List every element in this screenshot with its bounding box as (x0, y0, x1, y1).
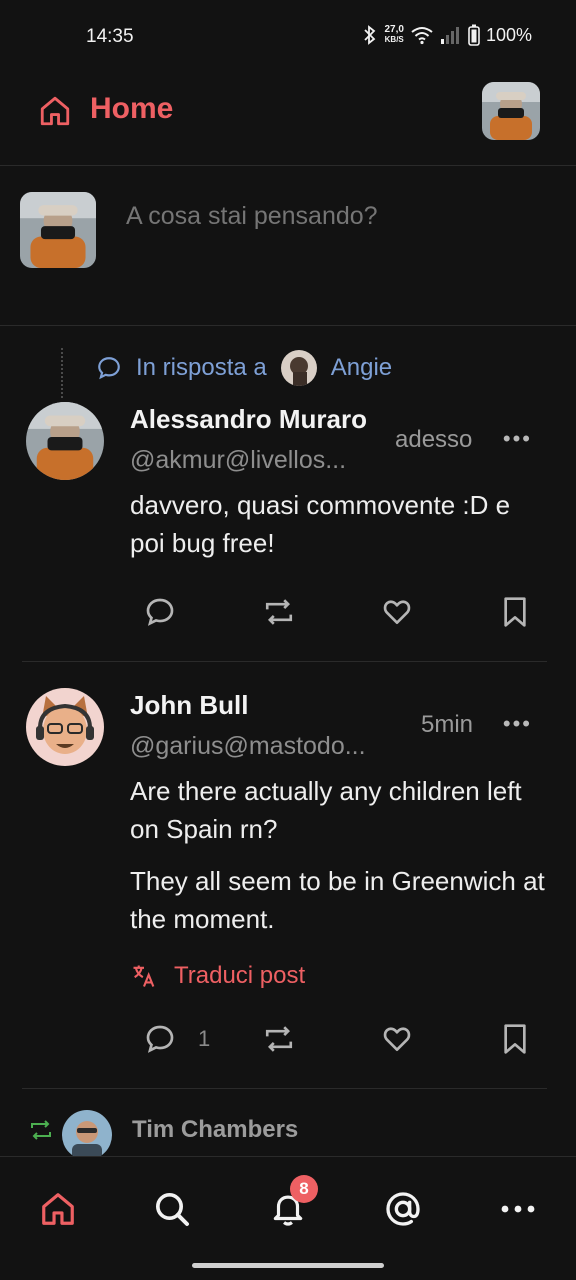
compose-box (0, 166, 576, 326)
nav-search[interactable] (148, 1185, 196, 1233)
status-bar: 14:35 27,0 KB/S 100% (0, 0, 576, 72)
post-content: davvero, quasi commovente :D e poi bug f… (130, 486, 550, 562)
bluetooth-icon (364, 25, 376, 45)
bookmark-button[interactable] (500, 1023, 530, 1055)
more-icon (501, 1205, 535, 1213)
bottom-navigation: 8 (0, 1156, 576, 1280)
post-paragraph: They all seem to be in Greenwich at the … (130, 866, 545, 934)
compose-avatar (20, 192, 96, 268)
post-author-name[interactable]: John Bull (130, 690, 248, 721)
search-icon (156, 1193, 189, 1226)
boost-button[interactable] (262, 1023, 296, 1055)
reply-context[interactable]: In risposta a Angie (96, 350, 392, 386)
post-author-avatar[interactable] (26, 402, 104, 480)
app-header: Home (0, 72, 576, 166)
translate-button[interactable]: Traduci post (130, 962, 305, 990)
favourite-button[interactable] (381, 596, 413, 628)
post-author-handle[interactable]: @akmur@livellos... (130, 446, 375, 475)
boost-button[interactable] (262, 596, 296, 628)
booster-avatar[interactable] (62, 1110, 112, 1160)
boost-icon (265, 1026, 293, 1052)
status-time: 14:35 (86, 26, 134, 47)
reply-prefix: In risposta a (136, 354, 267, 381)
heart-icon (383, 1027, 411, 1051)
reply-button[interactable] (144, 596, 198, 628)
booster-name[interactable]: Tim Chambers (132, 1116, 298, 1144)
post-divider (22, 1088, 547, 1089)
boost-icon (31, 1120, 51, 1140)
battery-icon (468, 24, 480, 46)
post-divider (22, 661, 547, 662)
post-more-button[interactable]: ••• (503, 711, 532, 737)
status-icons: 27,0 KB/S 100% (362, 24, 532, 46)
post-more-button[interactable]: ••• (503, 426, 532, 452)
post-actions: 1 (0, 1023, 576, 1063)
reply-bubble-icon (98, 357, 120, 380)
notifications-badge: 8 (290, 1175, 318, 1203)
account-avatar[interactable] (482, 82, 540, 140)
page-title: Home (90, 92, 174, 125)
reply-user-name[interactable]: Angie (331, 354, 392, 382)
reply-user-avatar (280, 350, 317, 386)
post-author-avatar[interactable] (26, 688, 104, 766)
heart-icon (383, 600, 411, 624)
nav-more[interactable] (494, 1185, 542, 1233)
post-author-handle[interactable]: @garius@mastodo... (130, 732, 375, 761)
post-time: 5min (421, 711, 474, 738)
translate-label: Traduci post (174, 962, 306, 989)
nav-mentions[interactable] (379, 1185, 427, 1233)
post-time: adesso (395, 426, 473, 453)
post-author-name[interactable]: Alessandro Muraro (130, 404, 367, 435)
home-icon (38, 94, 72, 133)
reply-icon (146, 1025, 174, 1053)
boosted-post-header[interactable]: Tim Chambers (0, 1108, 576, 1160)
nav-home[interactable] (34, 1185, 82, 1233)
at-sign-icon (386, 1192, 420, 1226)
home-icon (42, 1193, 74, 1225)
bookmark-icon (504, 597, 526, 627)
signal-icon (440, 27, 459, 44)
gesture-bar (192, 1263, 384, 1268)
post-paragraph: Are there actually any children left on … (130, 776, 522, 844)
reply-icon (146, 598, 174, 626)
thread-line (61, 348, 63, 398)
post-content: Are there actually any children left on … (130, 772, 550, 938)
compose-input[interactable] (126, 202, 546, 231)
wifi-icon (411, 27, 433, 45)
network-speed: 27,0 KB/S (384, 24, 404, 45)
boost-icon (265, 599, 293, 625)
bookmark-button[interactable] (500, 596, 530, 628)
post-paragraph: davvero, quasi commovente :D e poi bug f… (130, 490, 511, 558)
bookmark-icon (504, 1024, 526, 1054)
reply-count: 1 (198, 1026, 211, 1051)
favourite-button[interactable] (381, 1023, 413, 1055)
reply-button[interactable]: 1 (144, 1023, 210, 1055)
post-actions (0, 596, 576, 636)
battery-percent: 100% (485, 24, 532, 45)
translate-icon (133, 965, 155, 987)
